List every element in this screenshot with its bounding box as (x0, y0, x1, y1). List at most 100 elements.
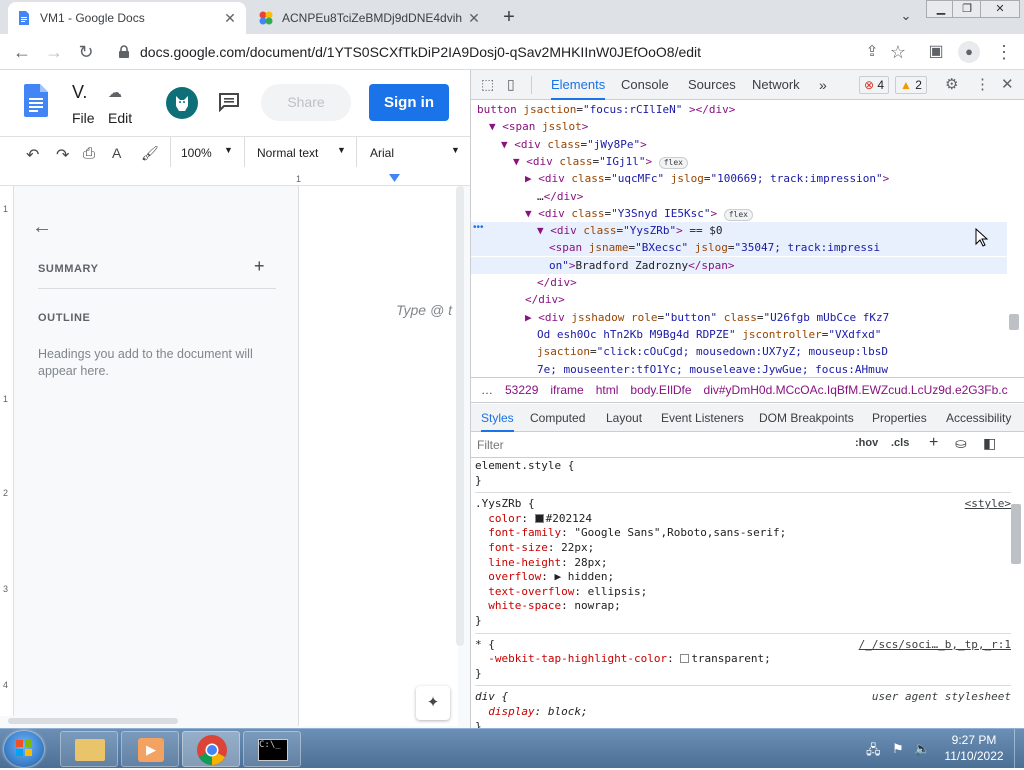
settings-gear-icon[interactable]: ⚙ (945, 75, 958, 93)
hover-state-toggle[interactable]: :hov (855, 437, 878, 449)
close-devtools-icon[interactable]: ✕ (1001, 75, 1014, 93)
start-button[interactable] (4, 731, 44, 767)
device-toolbar-icon[interactable]: ▯ (507, 76, 515, 93)
show-desktop-button[interactable] (1014, 729, 1024, 769)
dom-node-selected[interactable]: ▼ <div class="YysZRb"> == $0 (471, 222, 1007, 240)
style-declaration[interactable]: -webkit-tap-highlight-color: transparent… (475, 652, 1007, 666)
side-panel-icon[interactable]: ▣ (924, 40, 948, 64)
vertical-scrollbar[interactable] (456, 186, 464, 646)
style-selector-line[interactable]: } (475, 667, 1007, 681)
dom-node-line[interactable]: ▶ <div class="uqcMFc" jslog="100669; tra… (471, 170, 1007, 187)
volume-icon[interactable]: 🔈 (914, 741, 930, 757)
devtools-menu-icon[interactable]: ⋮ (975, 75, 990, 93)
more-tabs-button[interactable]: » (819, 70, 827, 100)
paint-format-icon[interactable]: 🖌 (141, 145, 159, 162)
clock-date[interactable]: 11/10/2022 (938, 749, 1010, 763)
style-declaration[interactable]: display: block; (475, 705, 1007, 719)
add-summary-icon[interactable]: + (254, 256, 265, 277)
subtab-properties[interactable]: Properties (872, 404, 927, 432)
back-icon[interactable]: ← (10, 40, 34, 64)
share-button[interactable]: Share (261, 84, 351, 121)
zoom-select[interactable]: 100% (181, 146, 212, 160)
document-title[interactable]: V. (72, 82, 87, 103)
dom-node-line[interactable]: ▼ <span jsslot> (471, 118, 1007, 135)
maximize-button[interactable]: ❐ (952, 0, 982, 18)
selected-node-menu-icon[interactable]: ••• (473, 222, 484, 233)
breadcrumb-item[interactable]: iframe (550, 383, 583, 397)
dom-node-line[interactable]: </div> (471, 274, 1007, 291)
address-bar[interactable]: docs.google.com/document/d/1YTS0SCXfTkDi… (140, 39, 880, 65)
subtab-layout[interactable]: Layout (606, 404, 642, 432)
font-select[interactable]: Arial (370, 146, 394, 160)
dom-node-line[interactable]: jsaction="click:cOuCgd; mousedown:UX7yZ;… (471, 343, 1007, 360)
subtab-accessibility[interactable]: Accessibility (946, 404, 1011, 432)
close-tab-icon[interactable]: ✕ (466, 10, 482, 26)
dom-node-line[interactable]: ▶ <div jsshadow role="button" class="U26… (471, 309, 1007, 326)
profile-avatar[interactable]: ● (958, 41, 980, 63)
horizontal-ruler[interactable]: 1 (0, 172, 470, 186)
redo-icon[interactable]: ↷ (56, 145, 69, 165)
error-count-badge[interactable]: ⊗ 4 (859, 76, 890, 94)
subtab-event-listeners[interactable]: Event Listeners (661, 404, 744, 432)
subtab-computed[interactable]: Computed (530, 404, 585, 432)
chrome-taskbar-button[interactable] (182, 731, 240, 767)
dom-tree[interactable]: button jsaction="focus:rCIlIeN" ></div> ▼… (471, 101, 1024, 377)
style-source-link[interactable]: /_/scs/soci…_b,_tp,_r:1 (859, 638, 1011, 651)
toggle-sidebar-icon[interactable]: ◧ (983, 435, 996, 452)
forward-icon[interactable]: → (42, 40, 66, 64)
class-toggle[interactable]: .cls (891, 437, 909, 449)
breadcrumb-item[interactable]: body.EIlDfe (630, 383, 691, 397)
color-swatch[interactable] (680, 654, 690, 664)
style-declaration[interactable]: color: #202124 (475, 512, 1007, 526)
reload-icon[interactable]: ↻ (74, 40, 98, 64)
warning-count-badge[interactable]: ▲ 2 (895, 76, 927, 94)
dom-node-line[interactable]: 7e; mouseenter:tfO1Yc; mouseleave:JywGue… (471, 361, 1007, 378)
dom-scrollbar-thumb[interactable] (1009, 314, 1019, 330)
bookmark-star-icon[interactable]: ☆ (886, 40, 910, 64)
paragraph-style-select[interactable]: Normal text (257, 146, 318, 160)
devtools-tab-sources[interactable]: Sources (688, 70, 736, 100)
breadcrumb-item[interactable]: html (596, 383, 619, 397)
tab-google-docs[interactable]: VM1 - Google Docs ✕ (8, 2, 246, 34)
menu-edit[interactable]: Edit (108, 110, 132, 126)
dom-node-line[interactable]: ▼ <div class="jWy8Pe"> (471, 136, 1007, 153)
action-center-icon[interactable]: ⚑ (892, 741, 904, 757)
document-page[interactable]: Type @ t (298, 186, 458, 726)
devtools-tab-network[interactable]: Network (752, 70, 800, 100)
dom-node-line[interactable]: Od esh0Oc hTn2Kb M9Bg4d RDPZE" jscontrol… (471, 326, 1007, 343)
breadcrumb-item[interactable]: 53229 (505, 383, 538, 397)
style-source-link[interactable]: <style> (965, 497, 1011, 510)
color-swatch[interactable] (534, 513, 544, 523)
style-declaration[interactable]: text-overflow: ellipsis; (475, 585, 1007, 599)
toggle-rendering-icon[interactable]: ⛀ (955, 435, 967, 452)
tab-photos[interactable]: ACNPEu8TciZeBMDj9dDNE4dvih ✕ (250, 2, 490, 34)
close-tab-icon[interactable]: ✕ (222, 10, 238, 26)
style-declaration[interactable]: line-height: 28px; (475, 556, 1007, 570)
share-page-icon[interactable]: ⇪ (860, 40, 884, 64)
dom-node-line[interactable]: </div> (471, 291, 1007, 308)
explore-icon[interactable]: ✦ (416, 686, 450, 720)
horizontal-scrollbar[interactable] (8, 718, 178, 724)
style-selector-line[interactable]: } (475, 614, 1007, 628)
breadcrumb-item[interactable]: div#yDmH0d.MCcOAc.IqBfM.EWZcud.LcUz9d.e2… (704, 383, 1008, 397)
new-style-rule-icon[interactable]: + (929, 434, 938, 452)
docs-logo-icon[interactable] (24, 84, 48, 117)
dom-node-line[interactable]: …</div> (471, 188, 1007, 205)
devtools-tab-elements[interactable]: Elements (551, 70, 606, 100)
back-arrow-icon[interactable]: ← (32, 216, 52, 239)
style-declaration[interactable]: white-space: nowrap; (475, 599, 1007, 613)
subtab-styles[interactable]: Styles (481, 404, 514, 432)
style-selector-line[interactable]: element.style { (475, 459, 1007, 473)
clock-time[interactable]: 9:27 PM (944, 733, 1004, 747)
media-player-taskbar-button[interactable]: ▶ (121, 731, 179, 767)
network-tray-icon[interactable]: 🖧 (866, 741, 881, 763)
breadcrumb-item[interactable]: … (481, 383, 493, 397)
devtools-tab-console[interactable]: Console (621, 70, 669, 100)
cmd-taskbar-button[interactable]: C:\_ (243, 731, 301, 767)
comments-icon[interactable] (218, 92, 240, 112)
subtab-dom-breakpoints[interactable]: DOM Breakpoints (759, 404, 854, 432)
cloud-status-icon[interactable]: ☁ (108, 84, 122, 101)
dom-node-selected[interactable]: on">Bradford Zadrozny</span> (471, 256, 1007, 274)
style-source-link[interactable]: user agent stylesheet (872, 690, 1011, 703)
styles-pane[interactable]: element.style {} .YysZRb {<style> color: … (475, 459, 1011, 728)
